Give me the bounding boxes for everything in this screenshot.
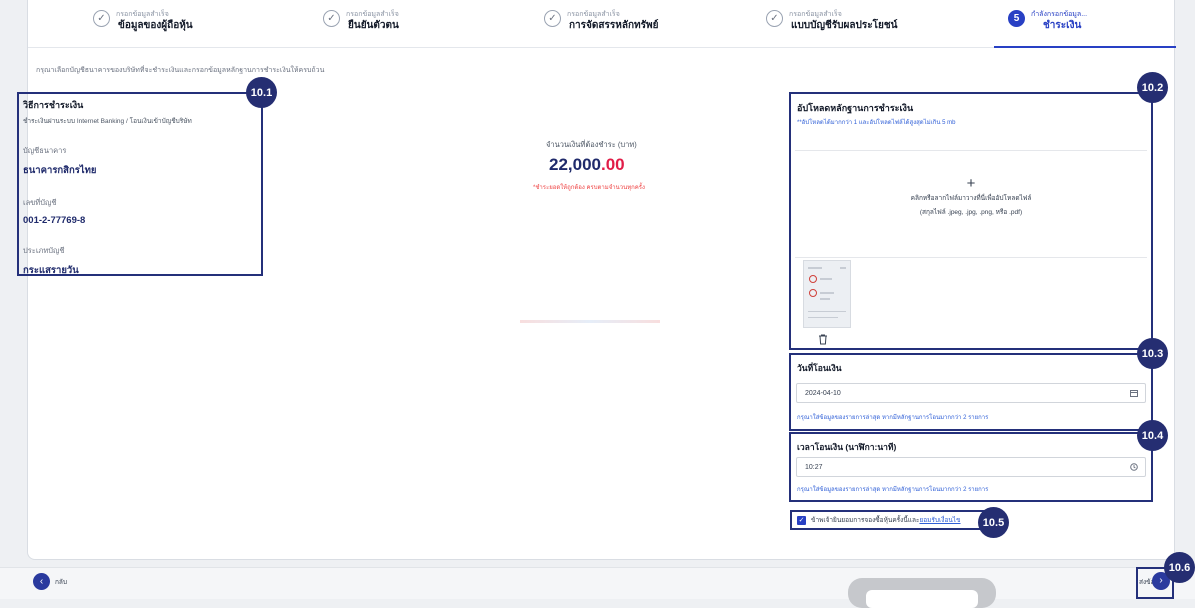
transfer-time-panel: เวลาโอนเงิน (นาฬิกา:นาที) 10:27 กรุณาใส่… bbox=[789, 432, 1153, 502]
account-type-label: ประเภทบัญชี bbox=[23, 246, 65, 255]
floating-overlay bbox=[848, 578, 996, 608]
annotation-badge: 10.3 bbox=[1137, 338, 1168, 369]
annotation-badge: 10.5 bbox=[978, 507, 1009, 538]
step-payment[interactable]: 5 กำลังกรอกข้อมูล... ชำระเงิน bbox=[1008, 10, 1087, 33]
step-identity-verification[interactable]: ✓ กรอกข้อมูลสำเร็จ ยืนยันตัวตน bbox=[323, 10, 399, 33]
payment-method-panel: วิธีการชำระเงิน ชำระเงินผ่านระบบ Interne… bbox=[17, 92, 263, 276]
check-circle-icon: ✓ bbox=[544, 10, 561, 27]
file-drop-zone[interactable]: + คลิกหรือลากไฟล์มาวางที่นี่เพื่ออัปโหลด… bbox=[795, 150, 1147, 258]
drop-zone-text: คลิกหรือลากไฟล์มาวางที่นี่เพื่ออัปโหลดไฟ… bbox=[910, 195, 1032, 202]
account-number-value: 001-2-77769-8 bbox=[23, 215, 86, 226]
amount-label: จำนวนเงินที่ต้องชำระ (บาท) bbox=[546, 140, 637, 149]
upload-note: **อัปโหลดได้มากกว่า 1 และอัปโหลดไฟล์ได้ส… bbox=[797, 120, 956, 126]
payment-method-title: วิธีการชำระเงิน bbox=[23, 100, 84, 110]
drop-zone-formats: (สกุลไฟล์ .jpeg, .jpg, .png, หรือ .pdf) bbox=[919, 209, 1023, 216]
step-beneficiary-form[interactable]: ✓ กรอกข้อมูลสำเร็จ แบบบัญชีรับผลประโยชน์ bbox=[766, 10, 897, 33]
step-label: ชำระเงิน bbox=[1043, 20, 1082, 31]
footer-bar bbox=[0, 567, 1195, 599]
transfer-time-title: เวลาโอนเงิน (นาฬิกา:นาที) bbox=[797, 442, 897, 452]
amount-due: 22,000.00 bbox=[549, 155, 625, 175]
consent-checkbox-row[interactable]: ✓ ข้าพเจ้ายินยอมการจองซื้อหุ้นครั้งนี้แล… bbox=[790, 510, 1000, 530]
upload-title: อัปโหลดหลักฐานการชำระเงิน bbox=[797, 103, 914, 113]
step-label: ข้อมูลของผู้ถือหุ้น bbox=[118, 20, 193, 31]
payment-method-subtitle: ชำระเงินผ่านระบบ Internet Banking / โอนเ… bbox=[23, 118, 192, 125]
step-securities-allocation[interactable]: ✓ กรอกข้อมูลสำเร็จ การจัดสรรหลักทรัพย์ bbox=[544, 10, 658, 33]
check-circle-icon: ✓ bbox=[323, 10, 340, 27]
transfer-time-value: 10:27 bbox=[805, 464, 823, 471]
transfer-date-panel: วันที่โอนเงิน 2024-04-10 กรุณาใส่ข้อมูลข… bbox=[789, 353, 1153, 431]
amount-integer: 22,000 bbox=[549, 155, 601, 174]
step-status: กรอกข้อมูลสำเร็จ bbox=[567, 11, 620, 18]
terms-link[interactable]: ยอมรับเงื่อนไข bbox=[919, 517, 960, 524]
chevron-right-icon: › bbox=[1159, 575, 1163, 586]
annotation-badge: 10.6 bbox=[1164, 552, 1195, 583]
bank-label: บัญชีธนาคาร bbox=[23, 146, 67, 155]
step-label: การจัดสรรหลักทรัพย์ bbox=[569, 20, 659, 31]
calendar-icon[interactable] bbox=[1130, 389, 1138, 399]
step-label: ยืนยันตัวตน bbox=[348, 20, 399, 31]
transfer-date-value: 2024-04-10 bbox=[805, 390, 841, 397]
step-number: 5 bbox=[1008, 10, 1025, 27]
check-circle-icon: ✓ bbox=[766, 10, 783, 27]
checkbox-checked-icon[interactable]: ✓ bbox=[797, 515, 806, 525]
step-label: แบบบัญชีรับผลประโยชน์ bbox=[791, 20, 898, 31]
annotation-badge: 10.4 bbox=[1137, 420, 1168, 451]
bank-value: ธนาคารกสิกรไทย bbox=[23, 165, 97, 176]
step-status: กรอกข้อมูลสำเร็จ bbox=[116, 11, 169, 18]
annotation-badge: 10.1 bbox=[246, 77, 277, 108]
uploaded-file-thumbnail[interactable] bbox=[803, 260, 851, 328]
annotation-badge: 10.2 bbox=[1137, 72, 1168, 103]
amount-note: *ชำระยอดให้ถูกต้อง ครบตามจำนวนทุกครั้ง bbox=[533, 185, 645, 191]
progress-stepper: ✓ กรอกข้อมูลสำเร็จ ข้อมูลของผู้ถือหุ้น ✓… bbox=[28, 0, 1176, 48]
check-circle-icon: ✓ bbox=[93, 10, 110, 27]
step-shareholder-info[interactable]: ✓ กรอกข้อมูลสำเร็จ ข้อมูลของผู้ถือหุ้น bbox=[93, 10, 193, 33]
clock-icon[interactable] bbox=[1130, 463, 1138, 473]
step-status: กรอกข้อมูลสำเร็จ bbox=[346, 11, 399, 18]
back-label[interactable]: กลับ bbox=[55, 577, 67, 587]
chevron-left-icon: ‹ bbox=[39, 576, 44, 587]
transfer-date-title: วันที่โอนเงิน bbox=[797, 363, 842, 373]
transfer-date-note: กรุณาใส่ข้อมูลของรายการล่าสุด หากมีหลักฐ… bbox=[797, 415, 989, 421]
transfer-time-input[interactable]: 10:27 bbox=[796, 457, 1146, 477]
account-type-value: กระแสรายวัน bbox=[23, 265, 79, 276]
amount-decimal: .00 bbox=[601, 155, 625, 174]
payment-proof-upload-panel: อัปโหลดหลักฐานการชำระเงิน **อัปโหลดได้มา… bbox=[789, 92, 1153, 350]
consent-text: ข้าพเจ้ายินยอมการจองซื้อหุ้นครั้งนี้และ bbox=[811, 517, 920, 524]
divider bbox=[520, 320, 660, 323]
transfer-date-input[interactable]: 2024-04-10 bbox=[796, 383, 1146, 403]
instruction-text: กรุณาเลือกบัญชีธนาคารของบริษัทที่จะชำระเ… bbox=[36, 67, 325, 74]
step-status: กำลังกรอกข้อมูล... bbox=[1031, 11, 1088, 18]
back-button[interactable]: ‹ bbox=[33, 573, 50, 590]
trash-icon[interactable] bbox=[818, 334, 828, 348]
plus-icon: + bbox=[966, 175, 976, 192]
transfer-time-note: กรุณาใส่ข้อมูลของรายการล่าสุด หากมีหลักฐ… bbox=[797, 487, 989, 493]
account-number-label: เลขที่บัญชี bbox=[23, 198, 57, 207]
step-status: กรอกข้อมูลสำเร็จ bbox=[789, 11, 842, 18]
active-step-indicator bbox=[994, 46, 1176, 48]
